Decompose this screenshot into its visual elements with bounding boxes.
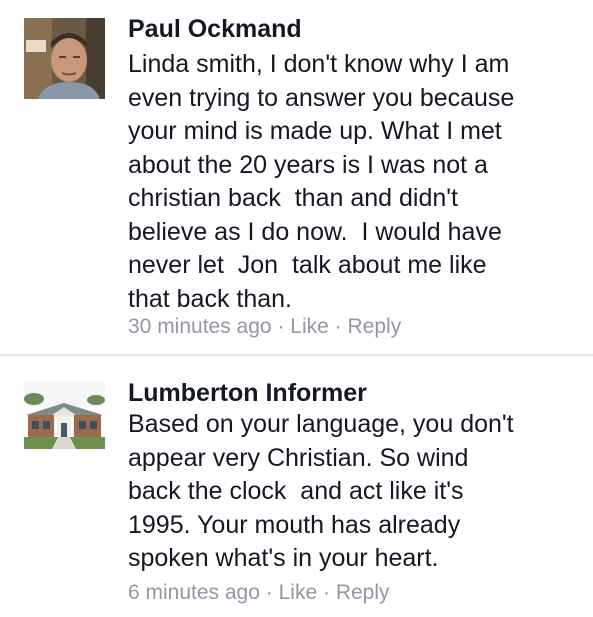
comment-timestamp[interactable]: 30 minutes ago — [128, 315, 272, 338]
meta-separator: · — [277, 315, 285, 338]
comment-text-line: your mind is made up. What I met — [128, 117, 502, 145]
comment-author[interactable]: Lumberton Informer — [128, 378, 367, 408]
meta-separator: · — [334, 315, 342, 338]
comment-meta: 30 minutes ago · Like · Reply — [128, 314, 401, 340]
like-button[interactable]: Like — [290, 315, 329, 338]
comment-text-line: even trying to answer you because — [128, 83, 515, 112]
comment-text-line: christian back than and didn't — [128, 184, 458, 212]
comment-text-line: Linda smith, I don't know why I am — [128, 50, 510, 78]
comment-timestamp[interactable]: 6 minutes ago — [128, 581, 260, 604]
like-button[interactable]: Like — [279, 581, 318, 604]
building-photo-avatar — [24, 381, 105, 462]
comment-text-line: that back than. — [128, 284, 293, 313]
comment-item: Lumberton Informer Based on your languag… — [0, 356, 593, 617]
comment-text: Linda smith, I don't know why I am even … — [128, 48, 578, 316]
comment-text-line: appear very Christian. So wind — [128, 443, 469, 472]
comment-item: Paul Ockmand Linda smith, I don't know w… — [0, 0, 593, 355]
avatar[interactable] — [24, 381, 105, 462]
meta-separator: · — [265, 581, 273, 604]
reply-button[interactable]: Reply — [336, 581, 390, 604]
comment-text-line: Based on your language, you don't — [128, 410, 514, 438]
reply-button[interactable]: Reply — [348, 315, 402, 338]
comment-text-line: 1995. Your mouth has already — [128, 510, 461, 539]
comment-meta: 6 minutes ago · Like · Reply — [128, 580, 390, 606]
comment-text-line: never let Jon talk about me like — [128, 251, 487, 279]
meta-separator: · — [322, 581, 330, 604]
comment-text: Based on your language, you don't appear… — [128, 408, 578, 576]
comment-text-line: about the 20 years is I was not a — [128, 150, 488, 179]
user-photo-avatar — [24, 18, 105, 99]
comment-author[interactable]: Paul Ockmand — [128, 14, 302, 44]
comment-text-line: back the clock and act like it's — [128, 477, 464, 505]
comment-text-line: spoken what's in your heart. — [128, 544, 439, 572]
comment-text-line: believe as I do now. I would have — [128, 217, 502, 246]
avatar[interactable] — [24, 18, 105, 99]
